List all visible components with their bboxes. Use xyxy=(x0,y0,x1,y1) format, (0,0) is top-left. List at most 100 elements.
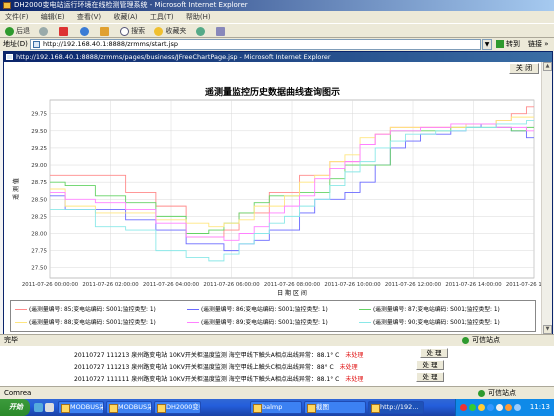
favorites-label: 收藏夹 xyxy=(165,27,187,35)
tray-icon[interactable] xyxy=(478,404,485,411)
y-tick-label: 28.00 xyxy=(31,232,47,238)
menu-bar: 文件(F) 编辑(E) 查看(V) 收藏(A) 工具(T) 帮助(H) xyxy=(0,11,554,23)
legend-label: (遥测量编号: 85;变电站编码: S001;监控类型: 1) xyxy=(29,307,156,313)
go-button[interactable]: 转到 xyxy=(496,38,520,51)
forward-button[interactable] xyxy=(37,24,52,38)
legend-swatch xyxy=(359,309,371,310)
status-text: 完毕 xyxy=(4,336,18,344)
popup-body: 关 闭 ▲ ▼ 遥测量监控历史数据曲线查询图示 29.75 29.50 29.25 2… xyxy=(4,62,552,334)
outer-window-title-text: DH2000变电站运行环境在线检测管理系统 - Microsoft Intern… xyxy=(14,1,248,9)
go-label: 转到 xyxy=(506,40,520,48)
taskbar: 开始 MODBUS采集软件 MODBUS采集软件 DH2000变电... bal… xyxy=(0,399,554,416)
status-bar-2: Comrea 可信站点 xyxy=(0,386,554,399)
chart-legend: (遥测量编号: 85;变电站编码: S001;监控类型: 1) (遥测量编号: 8… xyxy=(10,300,536,332)
tray-icon[interactable] xyxy=(487,404,494,411)
tray-icon[interactable] xyxy=(505,404,512,411)
close-button[interactable]: 关 闭 xyxy=(509,63,539,74)
links-button[interactable]: 链接 » xyxy=(528,38,549,51)
address-dropdown-button[interactable]: ▼ xyxy=(482,39,492,50)
back-arrow-icon xyxy=(5,26,14,36)
address-label: 地址(D) xyxy=(3,40,28,48)
search-button[interactable]: 搜索 xyxy=(118,24,147,38)
scroll-up-icon[interactable]: ▲ xyxy=(543,62,552,71)
status2-text: Comrea xyxy=(4,389,32,397)
tray-icon[interactable] xyxy=(496,404,503,411)
mail-button[interactable] xyxy=(214,24,229,38)
x-tick-label: 2011-07-26 04:00:00 xyxy=(143,282,200,288)
menu-help[interactable]: 帮助(H) xyxy=(181,13,216,21)
status-bar: 完毕 可信站点 xyxy=(0,334,554,346)
line-chart: 29.75 29.50 29.25 29.00 28.75 28.50 28.25 28.00… xyxy=(12,99,541,297)
legend-label: (遥测量编号: 88;变电站编码: S001;监控类型: 1) xyxy=(29,320,156,326)
address-input[interactable]: http://192.168.40.1:8888/zrmms/start.jsp xyxy=(30,39,481,50)
chart-popup-window: http://192.168.40.1:8888/zrmms/pages/bus… xyxy=(3,51,553,334)
x-axis-label: 日 期 区 间 xyxy=(277,289,307,297)
taskbar-item[interactable]: balmp xyxy=(250,401,302,414)
y-tick-label: 28.75 xyxy=(31,180,47,186)
ie-quicklaunch-icon[interactable] xyxy=(45,403,54,412)
security-zone-2: 可信站点 xyxy=(478,387,516,399)
menu-favorites[interactable]: 收藏(A) xyxy=(108,13,142,21)
address-url: http://192.168.40.1:8888/zrmms/start.jsp xyxy=(43,40,178,48)
start-button[interactable]: 开始 xyxy=(0,399,30,416)
taskbar-item[interactable]: http://192... xyxy=(368,401,424,414)
taskbar-item[interactable]: MODBUS采集软件 xyxy=(58,401,104,414)
tray-icon[interactable] xyxy=(469,404,476,411)
speaker-icon[interactable] xyxy=(514,404,521,411)
menu-file[interactable]: 文件(F) xyxy=(0,13,34,21)
history-button[interactable] xyxy=(194,24,209,38)
menu-edit[interactable]: 编辑(E) xyxy=(36,13,70,21)
legend-swatch xyxy=(187,322,199,323)
taskbar-item[interactable]: 截图 xyxy=(304,401,366,414)
ie-page-icon xyxy=(6,54,13,60)
x-tick-label: 2011-07-26 12:00:00 xyxy=(385,282,442,288)
legend-item: (遥测量编号: 87;变电站编码: S001;监控类型: 1) xyxy=(359,306,500,314)
desktop-icon[interactable] xyxy=(34,403,43,412)
chevron-down-icon: ▼ xyxy=(484,41,490,48)
search-icon xyxy=(120,26,130,36)
page-icon xyxy=(33,41,40,48)
alarm-row: 20110727 111213 泉州路变电站 10KV开关柜温度监测 海空甲线下… xyxy=(74,350,363,359)
mail-icon xyxy=(215,26,225,36)
y-tick-label: 28.25 xyxy=(31,214,47,220)
process-button[interactable]: 处 理 xyxy=(416,360,444,370)
back-button[interactable]: 后退 xyxy=(3,24,32,38)
legend-item: (遥测量编号: 85;变电站编码: S001;监控类型: 1) xyxy=(15,306,156,314)
legend-item: (遥测量编号: 86;变电站编码: S001;监控类型: 1) xyxy=(187,306,328,314)
x-tick-label: 2011-07-26 06:00:00 xyxy=(203,282,260,288)
outer-window-title: DH2000变电站运行环境在线检测管理系统 - Microsoft Intern… xyxy=(0,0,554,11)
system-tray: 11:13 xyxy=(455,399,554,416)
y-tick-label: 27.75 xyxy=(31,249,47,255)
stop-button[interactable] xyxy=(57,24,72,38)
search-label: 搜索 xyxy=(131,27,146,35)
y-tick-label: 29.75 xyxy=(31,112,47,118)
alarm-status: 未处理 xyxy=(345,352,364,359)
legend-label: (遥测量编号: 87;变电站编码: S001;监控类型: 1) xyxy=(373,307,500,313)
y-tick-label: 29.00 xyxy=(31,163,47,169)
legend-label: (遥测量编号: 89;变电站编码: S001;监控类型: 1) xyxy=(201,320,328,326)
scroll-down-icon[interactable]: ▼ xyxy=(543,325,552,334)
alarm-row: 20110727 111111 泉州路变电站 10KV开关柜温度监测 海空甲线下… xyxy=(74,374,363,383)
menu-tools[interactable]: 工具(T) xyxy=(145,13,179,21)
vertical-scrollbar[interactable]: ▲ ▼ xyxy=(541,62,552,334)
alarm-status: 未处理 xyxy=(345,376,364,383)
home-icon xyxy=(99,26,109,36)
home-button[interactable] xyxy=(98,24,113,38)
x-tick-label: 2011-07-26 10:00:00 xyxy=(324,282,381,288)
refresh-icon xyxy=(79,26,89,36)
alarm-panel: 20110727 111213 泉州路变电站 10KV开关柜温度监测 海空甲线下… xyxy=(0,346,554,386)
process-button[interactable]: 处 理 xyxy=(416,372,444,382)
menu-view[interactable]: 查看(V) xyxy=(72,13,106,21)
alarm-status: 未处理 xyxy=(339,364,358,371)
legend-item: (遥测量编号: 88;变电站编码: S001;监控类型: 1) xyxy=(15,319,156,327)
toolbar: 后退 搜索 收藏夹 xyxy=(0,23,554,38)
favorites-button[interactable]: 收藏夹 xyxy=(152,24,188,38)
process-button[interactable]: 处 理 xyxy=(420,348,448,358)
taskbar-item[interactable]: DH2000变电... xyxy=(154,401,201,414)
legend-swatch xyxy=(15,322,27,323)
y-tick-label: 28.50 xyxy=(31,197,47,203)
taskbar-item[interactable]: MODBUS采集软件 xyxy=(106,401,152,414)
alarm-text: 20110727 111111 泉州路变电站 10KV开关柜温度监测 海空甲线下… xyxy=(74,376,340,383)
tray-icon[interactable] xyxy=(460,404,467,411)
refresh-button[interactable] xyxy=(78,24,93,38)
